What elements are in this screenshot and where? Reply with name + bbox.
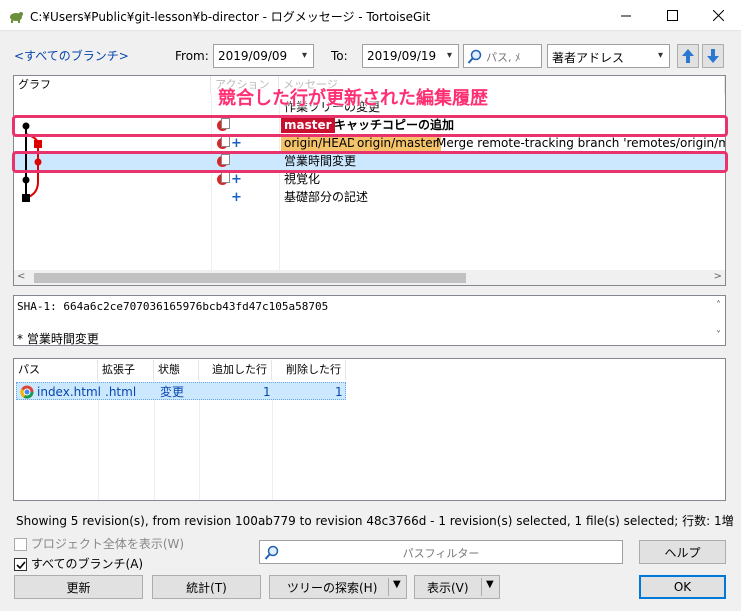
view-label: 表示(V) xyxy=(427,580,469,595)
changed-files-list[interactable]: パス 拡張子 状態 追加した行 削除した行 index.html .html 変… xyxy=(13,358,726,501)
from-label: From: xyxy=(175,49,209,63)
search-field-select[interactable]: 著者アドレス ▾ xyxy=(547,44,670,68)
added-file-icon: + xyxy=(231,190,242,205)
log-horizontal-scrollbar[interactable]: < > xyxy=(14,270,725,285)
title-bar: C:¥Users¥Public¥git-lesson¥b-director - … xyxy=(0,0,741,31)
tortoisegit-app-icon xyxy=(10,12,23,23)
statistics-button[interactable]: 統計(T) xyxy=(152,575,261,599)
column-header-path[interactable]: パス xyxy=(14,360,98,380)
remote-tag-origin-master: origin/master xyxy=(354,135,441,151)
ok-button[interactable]: OK xyxy=(639,575,726,599)
added-file-icon: + xyxy=(231,136,242,151)
help-button[interactable]: ヘルプ xyxy=(639,540,726,564)
minimize-button[interactable] xyxy=(603,0,649,31)
search-field-value: 著者アドレス xyxy=(552,51,625,65)
log-row-message: 基礎部分の記述 xyxy=(284,190,369,204)
file-status: 変更 xyxy=(160,385,185,399)
walk-tree-button[interactable]: ツリーの探索(H) ▼ xyxy=(269,575,407,599)
all-branches-label: すべてのブランチ(A) xyxy=(30,557,144,571)
chrome-icon xyxy=(20,385,34,399)
status-summary: Showing 5 revision(s), from revision 100… xyxy=(16,514,736,528)
dropdown-arrow-icon[interactable]: ▼ xyxy=(486,579,494,590)
chevron-down-icon: ▾ xyxy=(301,50,307,61)
file-removed-lines: 1 xyxy=(335,385,343,399)
close-icon xyxy=(712,10,724,21)
commit-sha: SHA-1: 664a6c2ce707036165976bcb43fd47c10… xyxy=(17,300,329,313)
column-header-graph[interactable]: グラフ xyxy=(14,76,211,94)
modified-file-icon xyxy=(221,172,230,183)
checkbox-box xyxy=(14,558,27,571)
annotation-callout: 競合した行が更新された編集履歴 xyxy=(218,88,488,109)
to-date-picker[interactable]: 2019/09/19 ▾ xyxy=(362,44,459,68)
file-path: index.html xyxy=(37,385,101,399)
view-button[interactable]: 表示(V) ▼ xyxy=(414,575,500,599)
chevron-right-icon: > xyxy=(713,271,722,282)
previous-page-button[interactable] xyxy=(677,44,699,68)
search-input[interactable]: パス, ﾒ xyxy=(463,44,542,68)
chevron-down-icon: ▾ xyxy=(446,50,452,61)
close-button[interactable] xyxy=(695,0,741,31)
annotation-highlight-box xyxy=(12,151,728,173)
commit-message-panel[interactable]: SHA-1: 664a6c2ce707036165976bcb43fd47c10… xyxy=(13,295,726,346)
file-extension: .html xyxy=(105,385,137,399)
scroll-down-icon[interactable]: ˅ xyxy=(716,330,721,341)
refresh-button[interactable]: 更新 xyxy=(14,575,143,599)
all-branches-checkbox[interactable]: すべてのブランチ(A) xyxy=(14,555,143,572)
scrollbar-thumb[interactable] xyxy=(34,273,466,283)
dropdown-arrow-icon[interactable]: ▼ xyxy=(393,579,401,590)
checkbox-box xyxy=(14,538,27,551)
to-date-value: 2019/09/19 xyxy=(367,49,437,63)
column-header-status[interactable]: 状態 xyxy=(154,360,199,380)
minimize-icon xyxy=(620,15,631,17)
arrow-down-icon xyxy=(707,49,719,63)
branch-selector-link[interactable]: <すべてのブランチ> xyxy=(14,47,129,64)
column-header-removed[interactable]: 削除した行 xyxy=(272,360,346,380)
commit-message-text: * 営業時間変更 xyxy=(17,332,99,346)
modified-file-icon xyxy=(221,136,230,147)
file-added-lines: 1 xyxy=(263,385,271,399)
next-page-button[interactable] xyxy=(702,44,724,68)
chevron-down-icon: ▾ xyxy=(657,50,663,61)
annotation-highlight-box xyxy=(12,115,728,137)
file-row[interactable]: index.html .html 変更 1 1 xyxy=(16,382,346,400)
arrow-up-icon xyxy=(682,49,694,63)
walk-tree-label: ツリーの探索(H) xyxy=(287,580,378,595)
window-title: C:¥Users¥Public¥git-lesson¥b-director - … xyxy=(30,10,431,24)
from-date-picker[interactable]: 2019/09/09 ▾ xyxy=(213,44,314,68)
chevron-left-icon: < xyxy=(17,271,26,282)
checkmark-icon xyxy=(16,561,26,570)
column-header-extension[interactable]: 拡張子 xyxy=(98,360,154,380)
search-icon xyxy=(467,49,482,64)
scroll-up-icon[interactable]: ˄ xyxy=(716,300,721,311)
search-placeholder: パス, ﾒ xyxy=(486,51,521,64)
maximize-button[interactable] xyxy=(649,0,695,31)
path-filter-input[interactable]: パスフィルター xyxy=(259,540,623,564)
log-row[interactable]: + 基礎部分の記述 xyxy=(14,188,725,206)
remote-tag-origin-head: origin/HEAD xyxy=(281,135,361,151)
maximize-icon xyxy=(666,10,678,21)
show-whole-project-label: プロジェクト全体を表示(W) xyxy=(30,537,185,551)
show-whole-project-checkbox[interactable]: プロジェクト全体を表示(W) xyxy=(14,535,184,552)
added-file-icon: + xyxy=(231,172,242,187)
to-label: To: xyxy=(331,49,348,63)
from-date-value: 2019/09/09 xyxy=(218,49,288,63)
column-header-added[interactable]: 追加した行 xyxy=(199,360,272,380)
path-filter-placeholder: パスフィルター xyxy=(402,547,480,560)
